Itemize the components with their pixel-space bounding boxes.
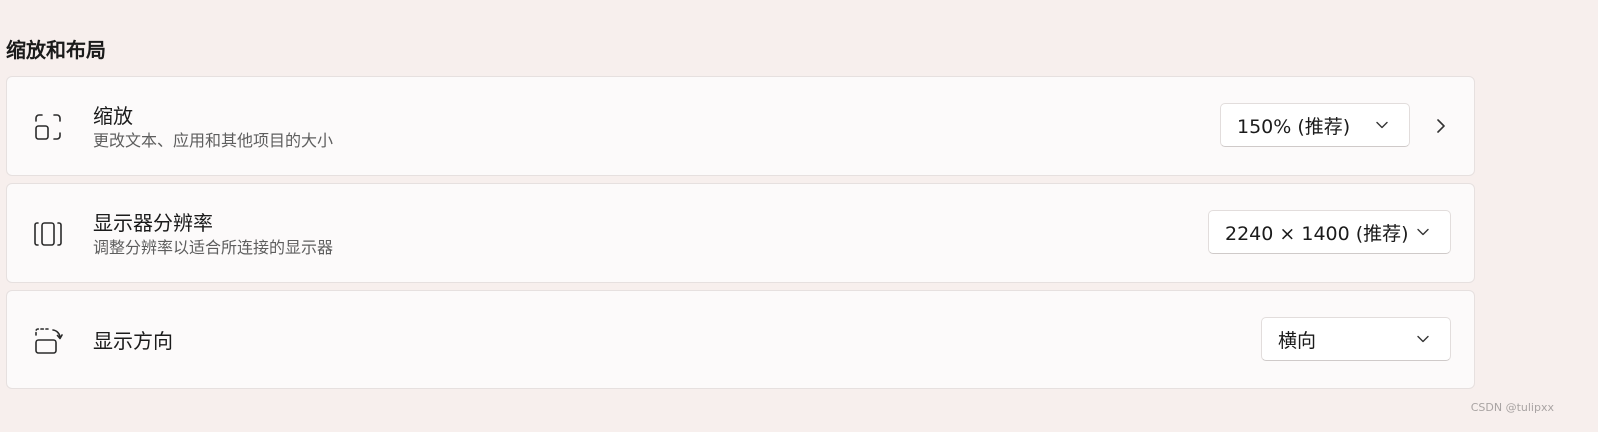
scale-icon bbox=[35, 114, 61, 140]
scale-title: 缩放 bbox=[93, 104, 133, 128]
resolution-subtitle: 调整分辨率以适合所连接的显示器 bbox=[93, 238, 334, 257]
resolution-setting-card: 显示器分辨率 调整分辨率以适合所连接的显示器 2240 × 1400 (推荐) bbox=[6, 183, 1475, 283]
scale-dropdown-value: 150% (推荐) bbox=[1237, 115, 1351, 138]
orientation-icon bbox=[35, 328, 63, 354]
scale-subtitle: 更改文本、应用和其他项目的大小 bbox=[93, 131, 334, 150]
orientation-dropdown-value: 横向 bbox=[1278, 329, 1317, 352]
resolution-dropdown-value: 2240 × 1400 (推荐) bbox=[1225, 222, 1409, 245]
chevron-down-icon bbox=[1376, 121, 1388, 129]
orientation-dropdown[interactable]: 横向 bbox=[1261, 317, 1451, 361]
scale-dropdown[interactable]: 150% (推荐) bbox=[1220, 103, 1410, 147]
scale-setting-card[interactable]: 缩放 更改文本、应用和其他项目的大小 150% (推荐) bbox=[6, 76, 1475, 176]
resolution-title: 显示器分辨率 bbox=[93, 211, 213, 235]
chevron-right-icon[interactable] bbox=[1433, 117, 1449, 135]
resolution-dropdown[interactable]: 2240 × 1400 (推荐) bbox=[1208, 210, 1451, 254]
orientation-title: 显示方向 bbox=[93, 329, 173, 353]
orientation-setting-card: 显示方向 横向 bbox=[6, 290, 1475, 389]
watermark: CSDN @tulipxx bbox=[1470, 401, 1554, 414]
resolution-icon bbox=[34, 222, 62, 246]
chevron-down-icon bbox=[1417, 335, 1429, 343]
section-title: 缩放和布局 bbox=[6, 38, 106, 62]
chevron-down-icon bbox=[1417, 228, 1429, 236]
